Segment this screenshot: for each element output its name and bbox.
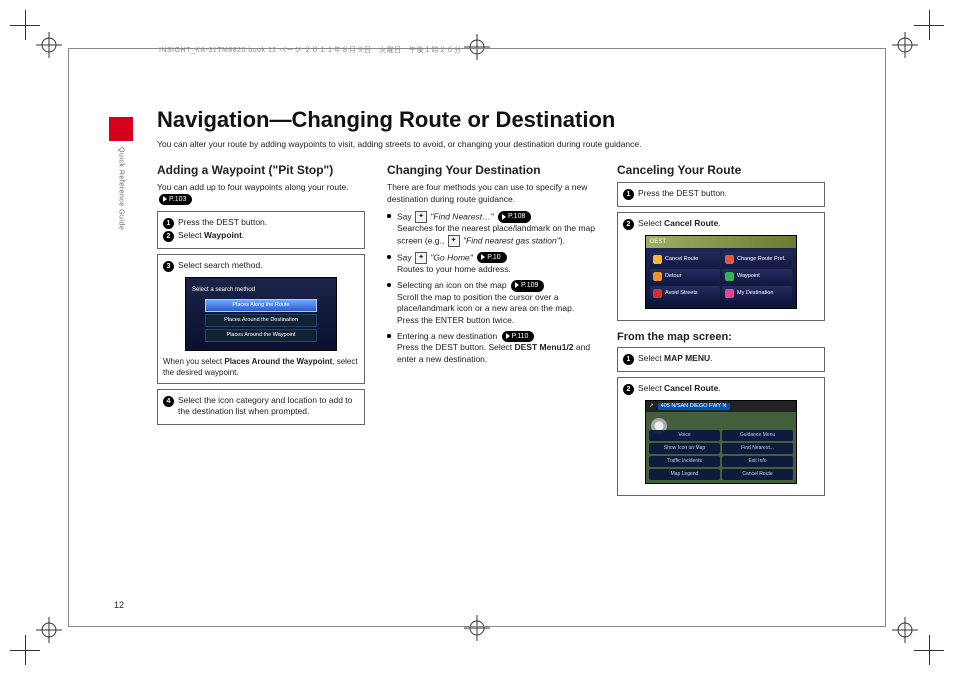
screenshot-dest-menu: DEST Cancel Route Change Route Pref. Det… [645, 235, 797, 309]
file-header: INSIGHT_KA-31TM8820.book 12 ページ ２０１１年８月９… [159, 45, 462, 55]
avoid-streets-icon [653, 289, 662, 298]
bullet-item: Selecting an icon on the map P.109 Scrol… [387, 280, 595, 326]
page-ref: P.108 [498, 211, 531, 222]
step-num-2-icon: 2 [623, 384, 634, 395]
map-menu-item: Cancel Route [722, 469, 793, 480]
step-num-1-icon: 1 [623, 189, 634, 200]
map-menu-item: Show Icon on Map [649, 443, 720, 454]
bullet-item: Say ✦ "Go Home" P.10 Routes to your home… [387, 252, 595, 275]
page-ref: P.103 [159, 194, 192, 205]
col2-lead: There are four methods you can use to sp… [387, 182, 595, 205]
voice-icon: ✦ [415, 211, 427, 223]
bullet-item: Entering a new destination P.110 Press t… [387, 331, 595, 365]
step-num-2-icon: 2 [623, 219, 634, 230]
caption: When you select Places Around the Waypoi… [163, 357, 359, 378]
waypoint-icon [725, 272, 734, 281]
map-menu-item: Exit Info [722, 456, 793, 467]
screenshot-search-method: Select a search method Places Along the … [185, 277, 337, 351]
step-box: 3 Select search method. Select a search … [157, 254, 365, 384]
registration-mark [892, 617, 918, 643]
step-num-1-icon: 1 [163, 218, 174, 229]
crop-mark [914, 10, 944, 40]
bullet-item: Say ✦ "Find Nearest…" P.108 Searches for… [387, 211, 595, 246]
step-text: Select MAP MENU. [638, 353, 713, 364]
page-ref: P.109 [511, 280, 544, 291]
registration-mark [36, 617, 62, 643]
step-text: Select the icon category and location to… [178, 395, 359, 418]
column-waypoint: Adding a Waypoint ("Pit Stop") You can a… [157, 164, 365, 588]
step-text: Select Waypoint. [178, 230, 244, 241]
col1-lead: You can add up to four waypoints along y… [157, 182, 365, 205]
step-text: Press the DEST button. [638, 188, 727, 199]
page-title: Navigation—Changing Route or Destination [157, 107, 825, 133]
change-pref-icon [725, 255, 734, 264]
step-box: 2 Select Cancel Route. ↗ 405 N/SAN DIEGO… [617, 377, 825, 496]
voice-icon: ✦ [415, 252, 427, 264]
detour-icon [653, 272, 662, 281]
map-menu-item: Find Nearest... [722, 443, 793, 454]
col3-heading1: Canceling Your Route [617, 164, 825, 178]
column-destination: Changing Your Destination There are four… [387, 164, 595, 588]
column-cancel: Canceling Your Route 1 Press the DEST bu… [617, 164, 825, 588]
map-menu-item: Traffic Incidents [649, 456, 720, 467]
step-text: Select Cancel Route. [638, 383, 721, 394]
step-box: 1 Press the DEST button. [617, 182, 825, 207]
ss-option: Places Along the Route [205, 299, 317, 312]
crop-mark [914, 635, 944, 665]
col2-heading: Changing Your Destination [387, 164, 595, 178]
cancel-route-icon [653, 255, 662, 264]
registration-mark [36, 32, 62, 58]
direction-icon: ↗ [649, 403, 654, 410]
step-num-1-icon: 1 [623, 354, 634, 365]
step-text: Select search method. [178, 260, 263, 271]
screenshot-map-menu: ↗ 405 N/SAN DIEGO FWY N Voice Guidance M… [645, 400, 797, 484]
section-color-tab [109, 117, 133, 141]
col1-heading: Adding a Waypoint ("Pit Stop") [157, 164, 365, 178]
step-box: 4 Select the icon category and location … [157, 389, 365, 425]
registration-mark [892, 32, 918, 58]
step-text: Press the DEST button. [178, 217, 267, 228]
step-num-4-icon: 4 [163, 396, 174, 407]
section-label: Quick Reference Guide [118, 147, 125, 230]
page-frame: INSIGHT_KA-31TM8820.book 12 ページ ２０１１年８月９… [68, 48, 886, 627]
step-box: 1 Press the DEST button. 2 Select Waypoi… [157, 211, 365, 249]
page-number: 12 [114, 600, 124, 610]
col3-heading2: From the map screen: [617, 331, 825, 343]
page-ref: P.110 [502, 331, 535, 342]
page-ref: P.10 [477, 252, 507, 263]
step-box: 2 Select Cancel Route. DEST Cancel Route… [617, 212, 825, 321]
map-menu-item: Voice [649, 430, 720, 441]
ss-option: Places Around the Waypoint [205, 329, 317, 342]
step-text: Select Cancel Route. [638, 218, 721, 229]
ss-option: Places Around the Destination [205, 314, 317, 327]
voice-icon: ✦ [448, 235, 460, 247]
map-menu-item: Map Legend [649, 469, 720, 480]
step-num-2-icon: 2 [163, 231, 174, 242]
intro-text: You can alter your route by adding waypo… [157, 139, 825, 150]
map-menu-item: Guidance Menu [722, 430, 793, 441]
step-box: 1 Select MAP MENU. [617, 347, 825, 372]
step-num-3-icon: 3 [163, 261, 174, 272]
my-destination-icon [725, 289, 734, 298]
